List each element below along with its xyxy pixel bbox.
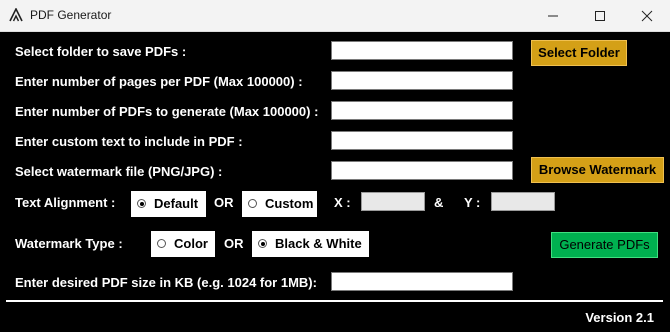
maximize-button[interactable]: [577, 0, 623, 31]
app-logo-icon: [9, 7, 23, 22]
version-label: Version 2.1: [585, 310, 654, 325]
ampersand-text: &: [434, 195, 444, 210]
radio-unchecked-icon: [248, 199, 257, 208]
alignment-custom-label: Custom: [265, 196, 314, 211]
folder-path-input[interactable]: [331, 41, 513, 60]
alignment-or-text: OR: [214, 195, 234, 210]
y-coordinate-input[interactable]: [491, 192, 555, 211]
radio-checked-icon: [137, 199, 146, 208]
title-bar: PDF Generator: [0, 0, 670, 32]
alignment-default-label: Default: [154, 196, 199, 211]
close-button[interactable]: [624, 0, 670, 31]
radio-unchecked-icon: [157, 239, 166, 248]
pdf-size-label: Enter desired PDF size in KB (e.g. 1024 …: [15, 275, 317, 290]
custom-text-label: Enter custom text to include in PDF :: [15, 134, 243, 149]
alignment-custom-radio[interactable]: Custom: [242, 191, 317, 217]
window-title: PDF Generator: [30, 8, 112, 22]
watermark-file-label: Select watermark file (PNG/JPG) :: [15, 164, 223, 179]
select-folder-button[interactable]: Select Folder: [531, 40, 627, 66]
watermark-color-label: Color: [174, 236, 208, 251]
minimize-icon: [548, 15, 558, 17]
radio-checked-icon: [258, 239, 267, 248]
watermark-bw-radio[interactable]: Black & White: [252, 231, 369, 257]
pdf-count-input[interactable]: [331, 101, 513, 120]
pdf-size-input[interactable]: [331, 272, 513, 291]
alignment-default-radio[interactable]: Default: [131, 191, 206, 217]
custom-text-input[interactable]: [331, 131, 513, 150]
watermark-file-input[interactable]: [331, 161, 513, 180]
watermark-type-label: Watermark Type :: [15, 236, 123, 251]
x-coordinate-input[interactable]: [361, 192, 425, 211]
generate-pdfs-button[interactable]: Generate PDFs: [551, 232, 658, 258]
maximize-icon: [595, 11, 605, 21]
pages-per-pdf-input[interactable]: [331, 71, 513, 90]
watermark-color-radio[interactable]: Color: [151, 231, 215, 257]
pdf-count-label: Enter number of PDFs to generate (Max 10…: [15, 104, 319, 119]
pdf-generator-window: PDF Generator Select folder to save PDFs…: [0, 0, 670, 332]
close-icon: [641, 10, 653, 22]
watermark-bw-label: Black & White: [275, 236, 362, 251]
watermark-or-text: OR: [224, 236, 244, 251]
folder-label: Select folder to save PDFs :: [15, 44, 187, 59]
pages-label: Enter number of pages per PDF (Max 10000…: [15, 74, 303, 89]
browse-watermark-button[interactable]: Browse Watermark: [531, 157, 664, 183]
footer-separator: [6, 300, 663, 302]
y-label: Y :: [464, 195, 481, 210]
minimize-button[interactable]: [530, 0, 576, 31]
x-label: X :: [334, 195, 351, 210]
text-alignment-label: Text Alignment :: [15, 195, 116, 210]
